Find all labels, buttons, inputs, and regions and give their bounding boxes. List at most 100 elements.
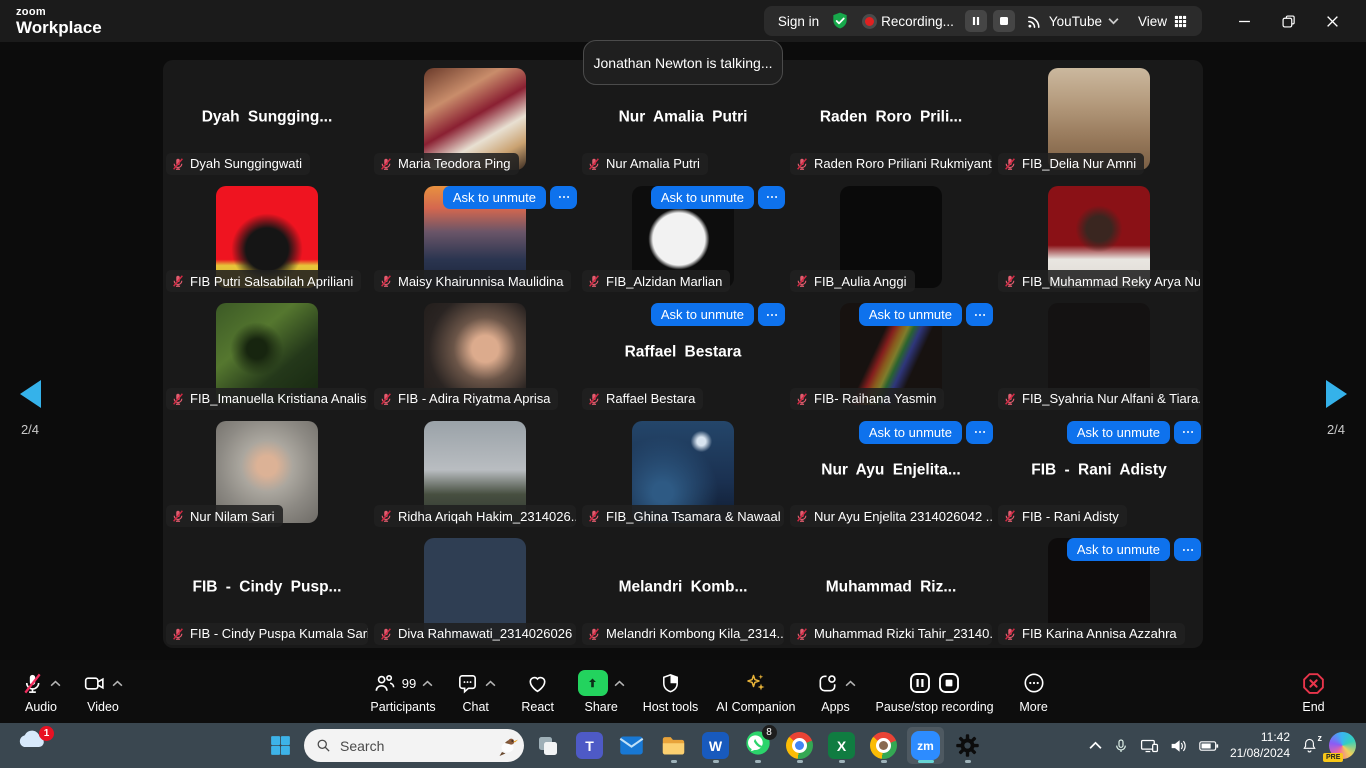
whatsapp-icon[interactable]: 8 [739, 727, 776, 764]
participant-more-options-button[interactable] [1174, 538, 1201, 561]
toolbar-more-button[interactable]: More [1003, 670, 1065, 714]
participant-more-options-button[interactable] [758, 303, 785, 326]
settings-icon[interactable] [949, 727, 986, 764]
task-view-icon[interactable] [529, 727, 566, 764]
onedrive-icon[interactable]: 1 [16, 729, 52, 763]
toolbar-react-button[interactable]: React [507, 670, 569, 714]
participant-tile[interactable]: FIB - Adira Riyatma Aprisa [371, 295, 579, 413]
toolbar-chevron[interactable] [50, 676, 61, 690]
participant-more-options-button[interactable] [966, 303, 993, 326]
mail-icon[interactable] [613, 727, 650, 764]
tray-overflow-chevron-icon[interactable] [1089, 741, 1102, 750]
participant-tile[interactable]: FIB_Delia Nur Amni [995, 60, 1203, 178]
toolbar-chevron[interactable] [845, 676, 856, 690]
zoom-app-icon[interactable]: zm [907, 727, 944, 764]
ask-to-unmute-button[interactable]: Ask to unmute [1067, 538, 1170, 561]
toolbar-video-button[interactable]: Video [72, 670, 134, 714]
toolbar-apps-button[interactable]: Apps [805, 670, 867, 714]
previous-page-button[interactable] [20, 380, 41, 408]
toolbar-share-button[interactable]: Share [569, 670, 634, 714]
participant-tile[interactable]: Ask to unmuteFIB_Alzidan Marlian [579, 178, 787, 296]
tray-cast-icon[interactable] [1140, 738, 1159, 754]
muted-mic-icon [795, 392, 809, 406]
participant-tile[interactable]: Raden Roro Prili...Raden Roro Priliani R… [787, 60, 995, 178]
participant-nameplate: FIB - Adira Riyatma Aprisa [374, 388, 558, 410]
participant-tile[interactable]: Ask to unmuteFIB- Raihana Yasmin [787, 295, 995, 413]
restore-button[interactable] [1266, 4, 1310, 38]
toolbar-audio-button[interactable]: Audio [10, 670, 72, 714]
ask-to-unmute-button[interactable]: Ask to unmute [443, 186, 546, 209]
participant-tile[interactable]: Ask to unmuteFIB Karina Annisa Azzahra [995, 530, 1203, 648]
toolbar-chevron[interactable] [422, 676, 433, 690]
copilot-icon[interactable]: PRE [1329, 732, 1356, 759]
react-heart-icon [526, 672, 549, 695]
chevron-up-icon [112, 680, 123, 687]
start-button[interactable] [262, 727, 299, 764]
apps-icon [816, 672, 839, 695]
participant-tile[interactable]: Diva Rahmawati_2314026026 [371, 530, 579, 648]
participant-tile[interactable]: Raffael BestaraAsk to unmuteRaffael Best… [579, 295, 787, 413]
tray-microphone-icon[interactable] [1113, 738, 1129, 754]
chrome-profile-icon[interactable] [865, 727, 902, 764]
toolbar-chat-button[interactable]: Chat [445, 670, 507, 714]
participant-tile[interactable]: FIB_Imanuella Kristiana Analis [163, 295, 371, 413]
participant-tile[interactable]: Nur Ayu Enjelita...Ask to unmuteNur Ayu … [787, 413, 995, 531]
sign-in-link[interactable]: Sign in [778, 14, 819, 29]
participant-tile[interactable]: Melandri Komb... Melandri Kombong Kila_23… [579, 530, 787, 648]
close-button[interactable] [1310, 4, 1354, 38]
participant-tile[interactable]: FIB_Muhammad Reky Arya Nu... [995, 178, 1203, 296]
end-meeting-button[interactable]: End [1292, 670, 1356, 714]
tray-speaker-icon[interactable] [1170, 738, 1188, 754]
security-shield-icon[interactable] [830, 11, 850, 31]
participant-more-options-button[interactable] [966, 421, 993, 444]
toolbar-pause-stop-recording-button[interactable]: Pause/stop recording [867, 670, 1003, 714]
participant-tile[interactable]: Nur Nilam Sari [163, 413, 371, 531]
participant-name: Melandri Kombong Kila_2314... [606, 626, 784, 641]
toolbar-participants-button[interactable]: 99Participants [361, 670, 444, 714]
teams-icon[interactable]: T [571, 727, 608, 764]
tray-battery-icon[interactable] [1199, 739, 1219, 753]
participant-more-options-button[interactable] [1174, 421, 1201, 444]
file-explorer-icon[interactable] [655, 727, 692, 764]
excel-icon[interactable]: X [823, 727, 860, 764]
participant-tile[interactable]: FIB - Rani AdistyAsk to unmuteFIB - Rani… [995, 413, 1203, 531]
taskbar-search-box[interactable]: Search [304, 729, 524, 762]
ask-to-unmute-button[interactable]: Ask to unmute [859, 421, 962, 444]
participant-name: FIB - Adira Riyatma Aprisa [398, 391, 550, 406]
participant-tile[interactable]: Dyah Sungging...Dyah Sunggingwati [163, 60, 371, 178]
ask-to-unmute-button[interactable]: Ask to unmute [651, 303, 754, 326]
next-page-button[interactable] [1326, 380, 1347, 408]
participant-tile[interactable]: Maria Teodora Ping [371, 60, 579, 178]
pause-recording-button[interactable] [965, 10, 987, 32]
notification-bell-icon[interactable]: z [1301, 737, 1318, 754]
participant-tile[interactable]: FIB_Ghina Tsamara & Nawaal ... [579, 413, 787, 531]
participant-tile[interactable]: FIB_Aulia Anggi [787, 178, 995, 296]
toolbar-chevron[interactable] [485, 676, 496, 690]
taskbar-clock[interactable]: 11:42 21/08/2024 [1230, 730, 1290, 761]
participant-tile[interactable]: FIB Putri Salsabilah Apriliani [163, 178, 371, 296]
participant-more-options-button[interactable] [758, 186, 785, 209]
toolbar-chevron[interactable] [112, 676, 123, 690]
ask-to-unmute-button[interactable]: Ask to unmute [651, 186, 754, 209]
ask-to-unmute-button[interactable]: Ask to unmute [859, 303, 962, 326]
participant-tile[interactable]: Muhammad Riz...Muhammad Rizki Tahir_2314… [787, 530, 995, 648]
minimize-button[interactable] [1222, 4, 1266, 38]
participant-name: FIB_Ghina Tsamara & Nawaal ... [606, 509, 784, 524]
word-icon[interactable]: W [697, 727, 734, 764]
view-button[interactable]: View [1138, 14, 1188, 29]
toolbar-host-tools-button[interactable]: Host tools [634, 670, 708, 714]
participant-tile[interactable]: FIB - Cindy Pusp...FIB - Cindy Puspa Kum… [163, 530, 371, 648]
live-stream-control[interactable]: YouTube [1026, 13, 1119, 30]
ask-to-unmute-button[interactable]: Ask to unmute [1067, 421, 1170, 444]
stop-recording-button[interactable] [993, 10, 1015, 32]
participant-tile[interactable]: Ask to unmuteMaisy Khairunnisa Maulidina [371, 178, 579, 296]
participant-more-options-button[interactable] [550, 186, 577, 209]
toolbar-chevron[interactable] [614, 676, 625, 690]
ask-to-unmute-group: Ask to unmute [859, 421, 993, 444]
participant-tile[interactable]: Ridha Ariqah Hakim_2314026... [371, 413, 579, 531]
pause-recording-icon [908, 671, 932, 695]
chrome-icon[interactable] [781, 727, 818, 764]
participant-tile[interactable]: FIB_Syahria Nur Alfani & Tiara... [995, 295, 1203, 413]
participant-display-name: Melandri Komb... [583, 579, 783, 597]
toolbar-ai-companion-button[interactable]: AI Companion [707, 670, 804, 714]
